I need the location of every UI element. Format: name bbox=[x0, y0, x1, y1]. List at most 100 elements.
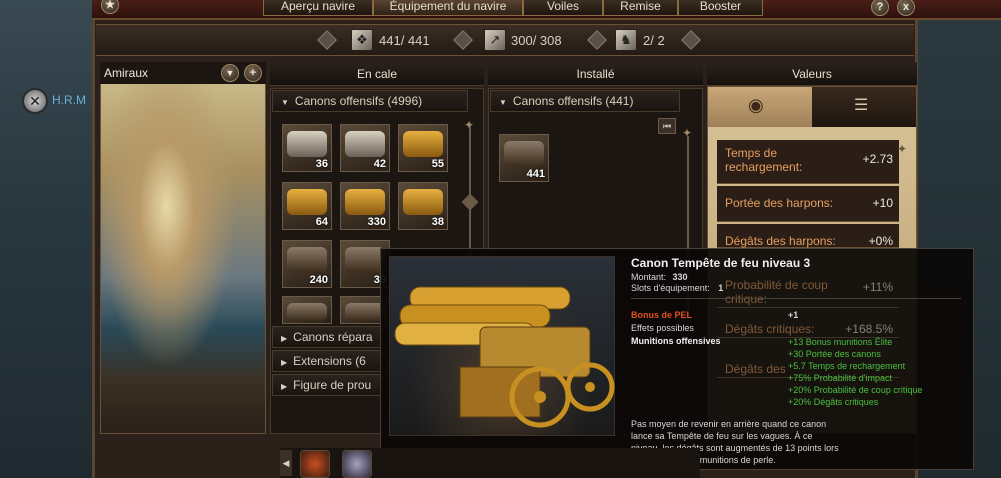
cannon-icon bbox=[345, 247, 385, 273]
chevron-right-icon: ▶ bbox=[281, 358, 288, 367]
values-header: Valeurs bbox=[707, 62, 917, 86]
cannon-skill-icon[interactable] bbox=[300, 450, 330, 478]
player-name: H.R.M bbox=[52, 93, 86, 107]
chevron-right-icon: ▶ bbox=[281, 334, 288, 343]
scroll-top-icon[interactable]: ✦ bbox=[464, 118, 474, 132]
hold-category-label: Canons offensifs (4996) bbox=[294, 94, 423, 108]
tooltip-effect: +20% Probabilité de coup critique bbox=[788, 385, 923, 395]
item-qty: 330 bbox=[367, 216, 386, 228]
tooltip-slots-label: Slots d'équipement: bbox=[631, 283, 710, 293]
tab-details[interactable]: ☰ bbox=[812, 87, 916, 127]
chevron-down-icon: ▼ bbox=[499, 98, 507, 107]
value-row: Probabilité de coup critique: +11% bbox=[717, 272, 899, 308]
cannon-icon bbox=[403, 131, 443, 157]
add-icon[interactable]: + bbox=[244, 64, 262, 82]
value-number: +11% bbox=[862, 280, 893, 294]
hold-item[interactable]: 55 bbox=[398, 124, 448, 172]
hold-item[interactable]: 330 bbox=[340, 182, 390, 230]
value-label: Temps de rechargement: bbox=[725, 146, 803, 174]
item-qty: 441 bbox=[526, 168, 545, 180]
hold-item[interactable]: 36 bbox=[282, 124, 332, 172]
cannon-slots-icon: ❖ bbox=[351, 29, 373, 51]
hold-category-label: Extensions (6 bbox=[293, 354, 366, 368]
installed-category-offensive[interactable]: ▼ Canons offensifs (441) bbox=[490, 90, 680, 112]
admiral-title-text: Amiraux bbox=[104, 66, 149, 80]
harpoon-slots-count: 300/ 308 bbox=[511, 33, 562, 48]
hold-item[interactable]: 64 bbox=[282, 182, 332, 230]
hold-item[interactable]: 240 bbox=[282, 240, 332, 288]
chevron-left-icon[interactable]: ◀ bbox=[280, 450, 292, 476]
tab-booster[interactable]: Booster bbox=[678, 0, 763, 16]
scroll-top-icon[interactable]: ✦ bbox=[682, 126, 692, 140]
tooltip-effect: +30 Portée des canons bbox=[788, 349, 881, 359]
tab-ship-overview[interactable]: Aperçu navire bbox=[263, 0, 373, 16]
installed-header: Installé bbox=[488, 62, 703, 86]
ship-skill-icon[interactable] bbox=[342, 450, 372, 478]
crossed-swords-icon: ✕ bbox=[22, 88, 48, 114]
tab-overview[interactable]: ◉ bbox=[708, 87, 812, 127]
chevron-down-icon: ▼ bbox=[281, 98, 289, 107]
tooltip-effect: +5.7 Temps de rechargement bbox=[788, 361, 906, 371]
tab-storage[interactable]: Remise bbox=[603, 0, 678, 16]
tooltip-effect: +13 Bonus munitions Élite bbox=[788, 337, 893, 347]
rewind-icon[interactable]: ⏮ bbox=[658, 118, 676, 134]
value-label: Portée des harpons: bbox=[725, 196, 834, 210]
item-qty: 36 bbox=[315, 158, 328, 170]
admiral-panel bbox=[100, 62, 266, 434]
figurehead-slots-count: 2/ 2 bbox=[643, 33, 665, 48]
value-row: Temps de rechargement: +2.73 bbox=[717, 140, 899, 184]
hold-header: En cale bbox=[270, 62, 484, 86]
chevron-down-icon[interactable]: ▼ bbox=[221, 64, 239, 82]
tab-ship-equipment[interactable]: Équipement du navire bbox=[373, 0, 523, 16]
installed-item[interactable]: 441 bbox=[499, 134, 549, 182]
item-qty: 240 bbox=[309, 274, 328, 286]
value-row: Dégâts critiques: +168.5% bbox=[717, 318, 899, 338]
admiral-title: Amiraux bbox=[100, 62, 266, 84]
item-qty: 42 bbox=[373, 158, 386, 170]
cannon-slots-count: 441/ 441 bbox=[379, 33, 430, 48]
tooltip-slots-row: Slots d'équipement: 1 bbox=[631, 283, 723, 293]
item-qty: 64 bbox=[315, 216, 328, 228]
hold-category-label: Figure de prou bbox=[293, 378, 372, 392]
tooltip-slots: 1 bbox=[718, 283, 724, 293]
list-icon: ☰ bbox=[854, 97, 869, 114]
cannon-artwork bbox=[389, 256, 615, 436]
installed-category-label: Canons offensifs (441) bbox=[512, 94, 634, 108]
tooltip-effects-label: Effets possibles bbox=[631, 323, 694, 333]
value-row: Dégâts des harpons: +0% bbox=[717, 224, 899, 248]
hold-item[interactable] bbox=[282, 296, 332, 324]
sea-background bbox=[0, 0, 100, 478]
player-marker[interactable]: ✕ H.R.M bbox=[22, 88, 102, 114]
value-number: +2.73 bbox=[862, 152, 893, 166]
hold-item[interactable]: 38 bbox=[398, 182, 448, 230]
hold-category-offensive[interactable]: ▼ Canons offensifs (4996) bbox=[272, 90, 468, 112]
cannon-icon bbox=[504, 141, 544, 167]
tooltip-effect: +75% Probabilité d'impact bbox=[788, 373, 893, 383]
item-qty: 38 bbox=[431, 216, 444, 228]
value-label: Probabilité de coup critique: bbox=[725, 278, 828, 306]
cannon-illustration bbox=[394, 286, 615, 428]
value-number: +168.5% bbox=[845, 322, 893, 336]
value-label: Dégâts des bbox=[725, 362, 786, 376]
value-label: Dégâts des harpons: bbox=[725, 234, 836, 248]
tooltip-amount-label: Montant: bbox=[631, 272, 667, 282]
tooltip-effect: +20% Dégâts critiques bbox=[788, 397, 879, 407]
cannon-icon bbox=[345, 189, 385, 215]
harpoon-icon: ↗ bbox=[484, 29, 506, 51]
cannon-icon bbox=[287, 131, 327, 157]
cannon-icon bbox=[287, 303, 327, 321]
value-number: +0% bbox=[868, 234, 893, 248]
value-number: +10 bbox=[872, 196, 893, 210]
hold-item[interactable]: 42 bbox=[340, 124, 390, 172]
tab-ship-equipment-label: Équipement du navire bbox=[389, 0, 507, 13]
cannon-icon bbox=[403, 189, 443, 215]
tooltip-title: Canon Tempête de feu niveau 3 bbox=[631, 256, 811, 270]
tooltip-effects-list: +13 Bonus munitions Élite +30 Portée des… bbox=[788, 336, 968, 408]
values-scroll-icon[interactable]: ✦ bbox=[897, 142, 907, 156]
value-row: Portée des harpons: +10 bbox=[717, 186, 899, 222]
cannon-icon bbox=[287, 189, 327, 215]
cannon-icon bbox=[287, 247, 327, 273]
tab-sails[interactable]: Voiles bbox=[523, 0, 603, 16]
eye-icon: ◉ bbox=[748, 95, 764, 115]
hold-category-label: Canons répara bbox=[293, 330, 373, 344]
